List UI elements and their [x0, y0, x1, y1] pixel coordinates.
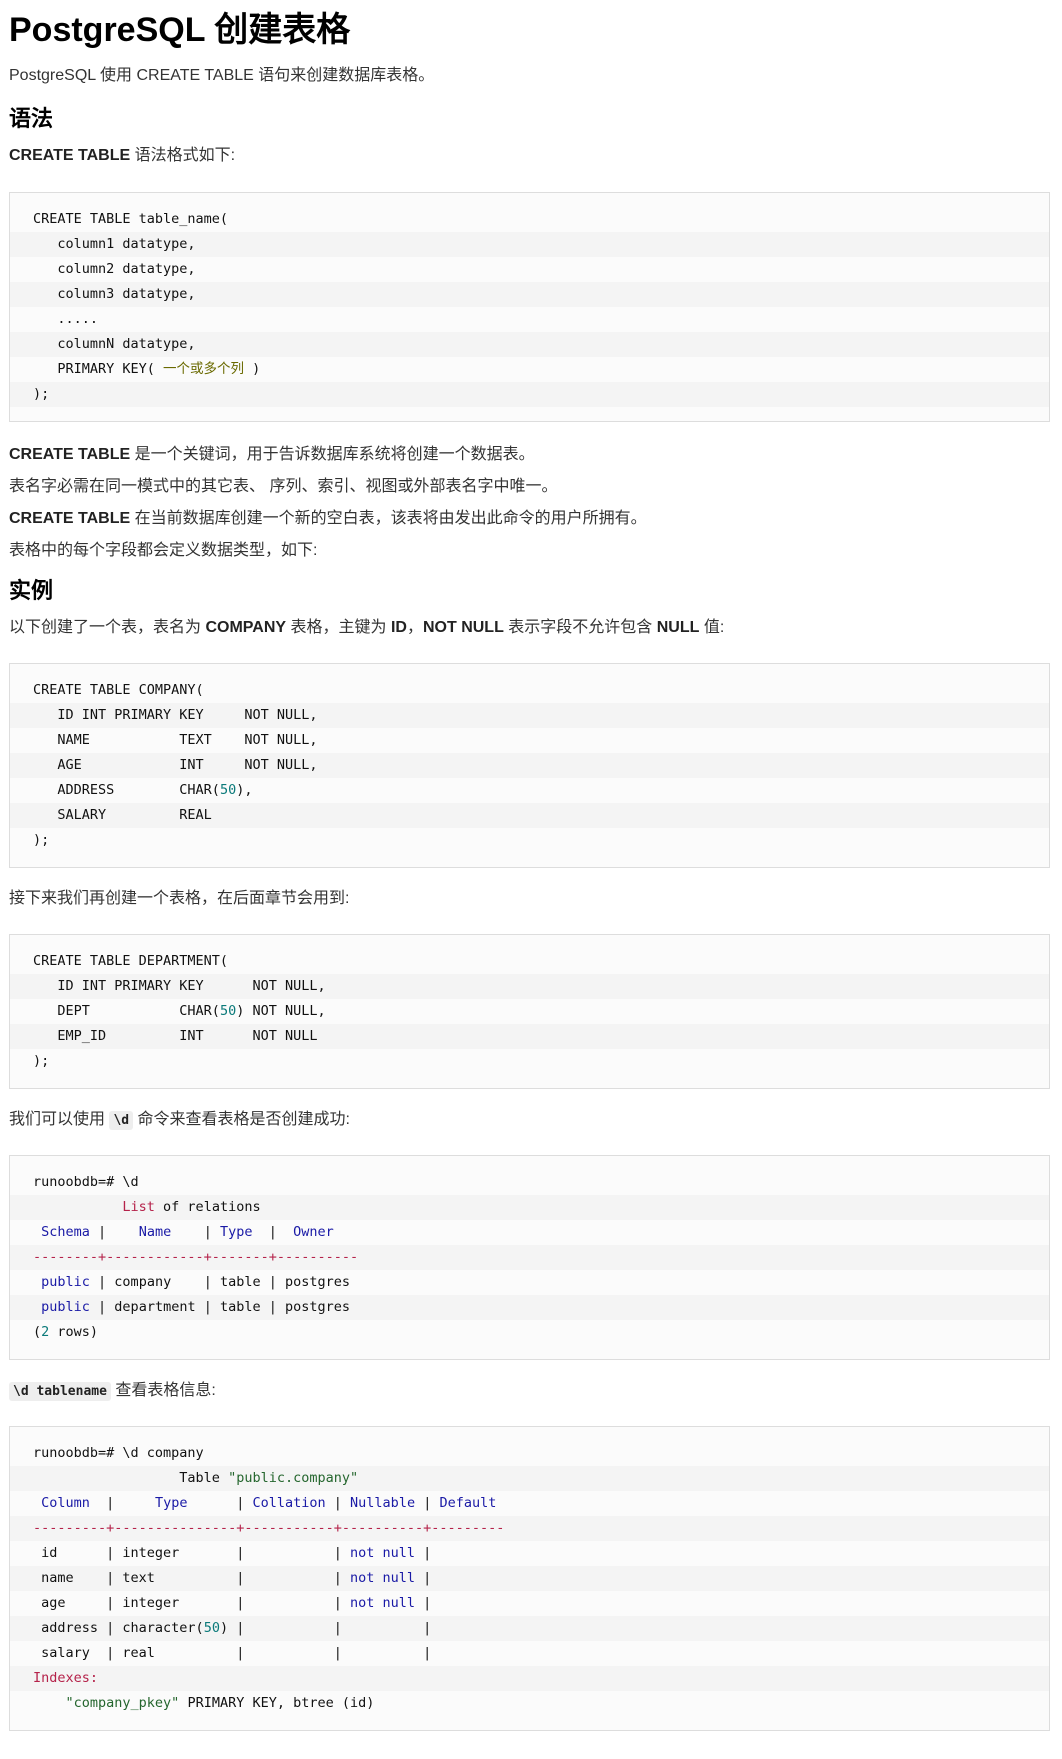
code-line: column2 datatype, [33, 261, 196, 277]
syntax-heading: 语法 [9, 106, 54, 131]
example-lead-notnull: NOT NULL [422, 619, 504, 636]
code-line: NAME TEXT NOT NULL, [33, 732, 318, 748]
code-line: (2 rows) [33, 1324, 99, 1340]
note-3-rest: 在当前数据库创建一个新的空白表，该表将由发出此命令的用户所拥有。 [130, 510, 647, 527]
code-line: ---------+---------------+-----------+--… [10, 1516, 1049, 1541]
check-lead-pre: 我们可以使用 [9, 1111, 110, 1128]
department-code-block[interactable]: CREATE TABLE DEPARTMENT( ID INT PRIMARY … [9, 934, 1050, 1089]
department-lead: 接下来我们再创建一个表格，在后面章节会用到: [9, 890, 350, 907]
code-line: CREATE TABLE COMPANY( [33, 682, 204, 698]
note-2-rest: 表名字必需在同一模式中的其它表、 序列、索引、视图或外部表名字中唯一。 [9, 478, 558, 495]
example-lead-text: 值: [699, 619, 725, 636]
example-lead-text: 以下创建了一个表，表名为 [9, 619, 206, 636]
note-1: CREATE TABLE 是一个关键词，用于告诉数据库系统将创建一个数据表。 [9, 443, 535, 467]
code-line: age | integer | | not null | [33, 1595, 432, 1611]
code-line: DEPT CHAR(50) NOT NULL, [33, 1003, 326, 1019]
check-lead-code: \d [109, 1111, 134, 1130]
code-line: public | department | table | postgres [10, 1295, 1049, 1320]
check-lead-post: 命令来查看表格是否创建成功: [133, 1111, 351, 1128]
example-lead-text: 表示字段不允许包含 [503, 619, 657, 636]
code-line: Table "public.company" [10, 1466, 1049, 1491]
code-line: salary | real | | | [33, 1645, 432, 1661]
describe-table-code-block[interactable]: runoobdb=# \d company Table "public.comp… [9, 1426, 1050, 1731]
code-line: Column | Type | Collation | Nullable | D… [41, 1495, 497, 1511]
syntax-lead-rest: 语法格式如下: [130, 147, 236, 164]
example-heading: 实例 [9, 578, 54, 603]
note-3: CREATE TABLE 在当前数据库创建一个新的空白表，该表将由发出此命令的用… [9, 507, 647, 531]
example-lead-null: NULL [656, 619, 700, 636]
note-4-rest: 表格中的每个字段都会定义数据类型，如下: [9, 542, 318, 559]
describe-lead: \d tablename 查看表格信息: [9, 1379, 216, 1404]
note-3-bold: CREATE TABLE [9, 510, 131, 527]
code-line: "company_pkey" PRIMARY KEY, btree (id) [65, 1695, 375, 1711]
code-line: EMP_ID INT NOT NULL [10, 1024, 1049, 1049]
intro-text: PostgreSQL 使用 CREATE TABLE 语句来创建数据库表格。 [9, 67, 435, 84]
code-line: ..... [33, 311, 99, 327]
example-lead-company: COMPANY [205, 619, 287, 636]
page-title: PostgreSQL 创建表格 [9, 11, 351, 49]
note-1-bold: CREATE TABLE [9, 446, 131, 463]
code-line: address | character(50) | | | [10, 1616, 1049, 1641]
code-line: AGE INT NOT NULL, [10, 753, 1049, 778]
code-line: ID INT PRIMARY KEY NOT NULL, [10, 703, 1049, 728]
code-line: ID INT PRIMARY KEY NOT NULL, [10, 974, 1049, 999]
example-lead-id: ID [390, 619, 407, 636]
note-2: 表名字必需在同一模式中的其它表、 序列、索引、视图或外部表名字中唯一。 [9, 475, 557, 499]
code-line: runoobdb=# \d company [33, 1445, 204, 1461]
example-lead-text: 表格，主键为 [286, 619, 391, 636]
code-line: SALARY REAL [10, 803, 1049, 828]
code-line: ); [33, 1053, 50, 1069]
code-line: PRIMARY KEY( 一个或多个列 ) [33, 361, 261, 377]
code-line: --------+------------+-------+---------- [10, 1245, 1049, 1270]
describe-lead-post: 查看表格信息: [110, 1382, 216, 1399]
code-line: ); [33, 832, 50, 848]
code-line: CREATE TABLE table_name( [33, 211, 229, 227]
code-line: id | integer | | not null | [33, 1545, 432, 1561]
syntax-lead-bold: CREATE TABLE [9, 147, 131, 164]
syntax-code-block[interactable]: CREATE TABLE table_name( column1 datatyp… [9, 192, 1050, 422]
code-line: runoobdb=# \d [33, 1174, 139, 1190]
code-line: Indexes: [10, 1666, 1049, 1691]
note-4: 表格中的每个字段都会定义数据类型，如下: [9, 539, 317, 563]
code-line: name | text | | not null | [10, 1566, 1049, 1591]
code-line: CREATE TABLE DEPARTMENT( [33, 953, 229, 969]
example-lead-text: ， [406, 619, 423, 636]
code-line: ADDRESS CHAR(50), [33, 782, 253, 798]
code-line: List of relations [10, 1195, 1049, 1220]
note-1-rest: 是一个关键词，用于告诉数据库系统将创建一个数据表。 [130, 446, 535, 463]
code-line: ); [10, 382, 1049, 407]
describe-lead-code: \d tablename [9, 1382, 111, 1401]
code-line: public | company | table | postgres [41, 1274, 351, 1290]
code-line: column3 datatype, [10, 282, 1049, 307]
code-line: columnN datatype, [10, 332, 1049, 357]
check-lead: 我们可以使用 \d 命令来查看表格是否创建成功: [9, 1108, 350, 1133]
example-lead: 以下创建了一个表，表名为 COMPANY 表格，主键为 ID，NOT NULL … [9, 616, 724, 640]
code-line: Schema | Name | Type | Owner [41, 1224, 334, 1240]
code-line: column1 datatype, [10, 232, 1049, 257]
company-code-block[interactable]: CREATE TABLE COMPANY( ID INT PRIMARY KEY… [9, 663, 1050, 868]
list-relations-code-block[interactable]: runoobdb=# \d List of relations Schema |… [9, 1155, 1050, 1360]
syntax-lead: CREATE TABLE 语法格式如下: [9, 144, 235, 168]
